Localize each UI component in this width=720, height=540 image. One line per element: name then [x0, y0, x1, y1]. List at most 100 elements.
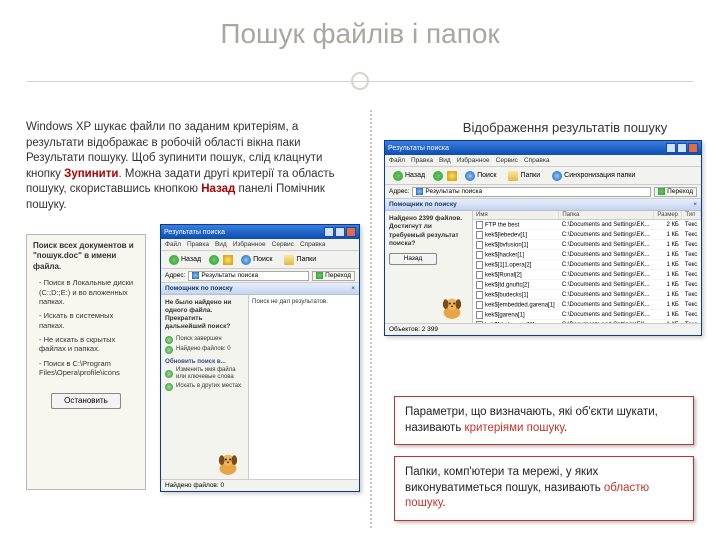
menu-item[interactable]: Правка: [411, 157, 433, 164]
file-icon: [476, 311, 483, 319]
back-label: Назад: [405, 172, 425, 179]
go-button[interactable]: Переход: [654, 187, 697, 197]
go-button[interactable]: Переход: [312, 271, 355, 281]
menu-item[interactable]: Сервис: [496, 157, 518, 164]
table-row[interactable]: kek$[td.gnuftc[2]C:\Documents and Settin…: [473, 280, 701, 290]
menubar: Файл Правка Вид Избранное Сервис Справка: [161, 239, 359, 251]
results-table: Имя Папка Размер Тип FTP the bestC:\Docu…: [473, 211, 701, 323]
sync-icon: [552, 171, 562, 181]
assistant-question: Не было найдено ни одного файла. Прекрат…: [165, 299, 244, 332]
address-bar: Адрес: Результаты поиска Переход: [385, 185, 701, 199]
file-icon: [476, 251, 483, 259]
table-row[interactable]: kek$[1]1.opera[2]C:\Documents and Settin…: [473, 260, 701, 270]
panel1-item: - Искать в системных папках.: [39, 311, 139, 330]
menu-item[interactable]: Вид: [215, 241, 227, 248]
col-name[interactable]: Имя: [473, 211, 559, 220]
stop-keyword: Зупинити: [64, 168, 118, 180]
callout-text2: .: [442, 497, 445, 509]
window-title: Результаты поиска: [164, 229, 225, 236]
forward-icon[interactable]: [433, 171, 443, 181]
search-button[interactable]: Поиск: [237, 253, 276, 267]
col-size[interactable]: Размер: [654, 211, 682, 220]
search-assistant-pane: Найдено 2399 файлов. Достигнут ли требуе…: [385, 211, 473, 323]
file-icon: [476, 231, 483, 239]
assist-item[interactable]: Найдено файлов: 0: [165, 346, 244, 354]
status-bar: Найдено файлов: 0: [161, 479, 359, 491]
sync-button[interactable]: Синхронизация папки: [548, 169, 639, 183]
maximize-button[interactable]: [335, 227, 345, 237]
results-area: Поиск не дал результатов.: [249, 295, 359, 479]
table-row[interactable]: kek$[budecks[1]C:\Documents and Settings…: [473, 290, 701, 300]
minimize-button[interactable]: [666, 143, 676, 153]
addr-label: Адрес:: [165, 272, 185, 279]
menu-item[interactable]: Сервис: [272, 241, 294, 248]
assistant-header: Помощник по поиску×: [161, 283, 359, 295]
table-row[interactable]: FTP the bestC:\Documents and Settings\EK…: [473, 220, 701, 230]
maximize-button[interactable]: [677, 143, 687, 153]
file-icon: [476, 241, 483, 249]
slide-title: Пошук файлів і папок: [0, 18, 720, 50]
callout-em: критеріями пошуку: [465, 422, 564, 434]
file-icon: [476, 291, 483, 299]
titlebar[interactable]: Результаты поиска: [385, 141, 701, 155]
status-bar: Объектов: 2 399: [385, 323, 701, 335]
up-icon[interactable]: [223, 255, 233, 265]
back-button[interactable]: Назад: [389, 253, 437, 265]
addr-value: Результаты поиска: [201, 272, 258, 279]
forward-icon[interactable]: [209, 255, 219, 265]
folders-button[interactable]: Папки: [280, 253, 320, 267]
assist-item[interactable]: Изменить имя файла или ключевые слова: [165, 367, 244, 381]
menu-item[interactable]: Справка: [524, 157, 550, 164]
callout-text2: .: [564, 422, 567, 434]
address-bar: Адрес: Результаты поиска Переход: [161, 269, 359, 283]
stop-button[interactable]: Остановить: [51, 393, 121, 409]
search-button[interactable]: Поиск: [461, 169, 500, 183]
go-label: Переход: [667, 188, 693, 195]
assistant-title: Помощник по поиску: [165, 285, 233, 292]
menu-item[interactable]: Файл: [165, 241, 181, 248]
folders-button[interactable]: Папки: [504, 169, 544, 183]
titlebar[interactable]: Результаты поиска: [161, 225, 359, 239]
table-row[interactable]: kek$[lebedev[1]C:\Documents and Settings…: [473, 230, 701, 240]
menu-item[interactable]: Избранное: [233, 241, 266, 248]
search-assistant-pane: Не было найдено ни одного файла. Прекрат…: [161, 295, 249, 479]
search-criteria-panel: Поиск всех документов и "пошук.doc" в им…: [26, 234, 146, 490]
callout-scope: Папки, комп'ютери та мережі, у яких вико…: [394, 456, 694, 521]
menu-item[interactable]: Вид: [439, 157, 451, 164]
col-folder[interactable]: Папка: [559, 211, 654, 220]
menu-item[interactable]: Избранное: [457, 157, 490, 164]
back-button[interactable]: Назад: [165, 253, 205, 267]
table-row[interactable]: kek$[hacker[1]C:\Documents and Settings\…: [473, 250, 701, 260]
addr-value: Результаты поиска: [425, 188, 482, 195]
addr-label: Адрес:: [389, 188, 409, 195]
table-row[interactable]: kek$[bvfusion[1]C:\Documents and Setting…: [473, 240, 701, 250]
table-row[interactable]: kek$[dvdspecial[1]C:\Documents and Setti…: [473, 320, 701, 324]
minimize-button[interactable]: [324, 227, 334, 237]
file-icon: [476, 281, 483, 289]
vertical-divider: [370, 110, 372, 528]
search-icon: [465, 171, 475, 181]
menu-item[interactable]: Правка: [187, 241, 209, 248]
body-paragraph: Windows XP шукає файли по заданим критер…: [26, 120, 336, 213]
close-button[interactable]: [688, 143, 698, 153]
go-icon: [316, 272, 323, 279]
close-button[interactable]: [346, 227, 356, 237]
assist-item[interactable]: Искать в других местах: [165, 383, 244, 391]
back-button[interactable]: Назад: [389, 169, 429, 183]
assistant-question: Найдено 2399 файлов. Достигнут ли требуе…: [389, 215, 468, 249]
col-type[interactable]: Тип: [682, 211, 701, 220]
assist-section: Обновить поиск в...: [165, 358, 244, 365]
table-row[interactable]: kek$[embedded.garena[1]C:\Documents and …: [473, 300, 701, 310]
panel1-item: - Не искать в скрытых файлах и папках.: [39, 335, 139, 354]
search-label: Поиск: [477, 172, 496, 179]
address-field[interactable]: Результаты поиска: [188, 271, 309, 281]
table-row[interactable]: kek$[Ronal[2]C:\Documents and Settings\E…: [473, 270, 701, 280]
title-rule: [26, 81, 694, 82]
menu-item[interactable]: Файл: [389, 157, 405, 164]
menu-item[interactable]: Справка: [300, 241, 326, 248]
table-row[interactable]: kek$[garena[1]C:\Documents and Settings\…: [473, 310, 701, 320]
up-icon[interactable]: [447, 171, 457, 181]
address-field[interactable]: Результаты поиска: [412, 187, 651, 197]
callout-criteria: Параметри, що визначають, які об'єкти шу…: [394, 396, 694, 445]
assist-item[interactable]: Поиск завершен: [165, 336, 244, 344]
